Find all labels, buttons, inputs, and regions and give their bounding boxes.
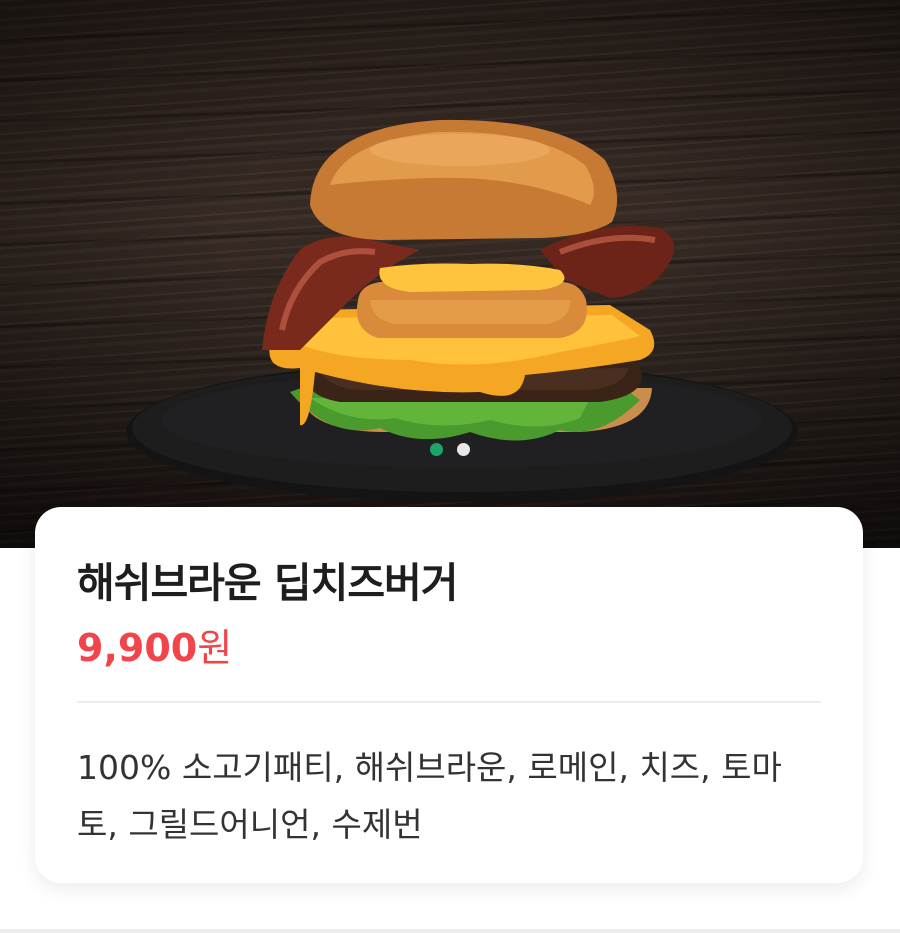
product-info-card: 해쉬브라운 딥치즈버거 9,900원 100% 소고기패티, 해쉬브라운, 로메… — [35, 507, 863, 883]
bottom-divider — [0, 929, 900, 933]
pager-dot-active[interactable] — [430, 443, 443, 456]
price-amount: 9,900 — [77, 626, 198, 670]
price-unit: 원 — [197, 626, 233, 670]
divider — [77, 701, 821, 703]
product-image-carousel[interactable] — [0, 0, 900, 548]
product-description: 100% 소고기패티, 해쉬브라운, 로메인, 치즈, 토마토, 그릴드어니언,… — [77, 748, 782, 844]
carousel-pager — [0, 443, 900, 456]
product-name: 해쉬브라운 딥치즈버거 — [77, 559, 458, 607]
burger-photo — [126, 119, 798, 502]
product-price: 9,900원 — [77, 617, 232, 672]
pager-dot[interactable] — [457, 443, 470, 456]
